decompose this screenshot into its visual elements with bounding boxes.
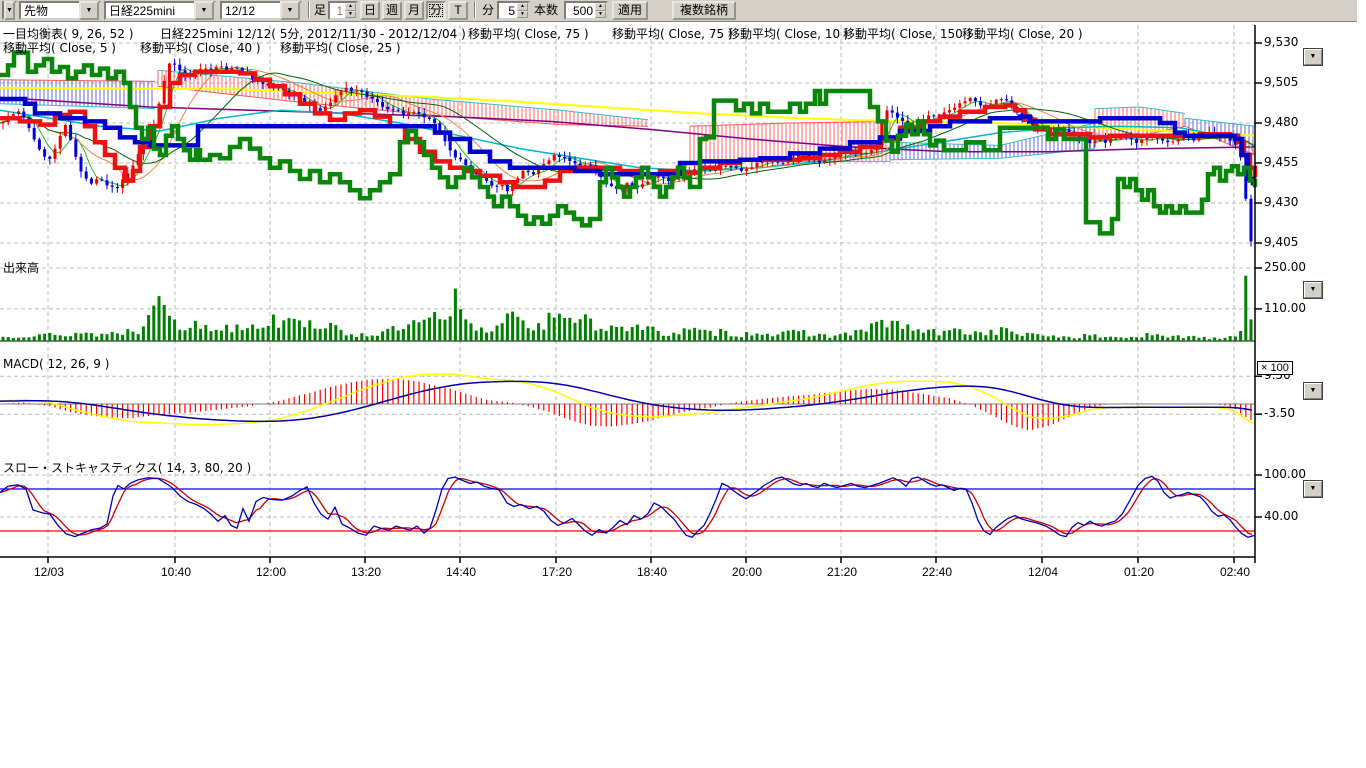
price-tick-label: 9,455 [1264,155,1298,169]
time-tick-label: 12/04 [1028,565,1058,579]
indicator-label: 移動平均( Close, 40 ) [140,39,261,56]
gridlines [0,25,1255,557]
time-tick-label: 13:20 [351,565,381,579]
pane-menu-button-macd[interactable]: ▼ [1304,383,1322,399]
period-minute-button[interactable]: 分 [426,1,446,20]
bar-count-label: 本数 [534,1,558,20]
price-tick-label: 9,505 [1264,75,1298,89]
multi-symbol-button[interactable]: 複数銘柄 [672,1,736,20]
minute-value: 5 [499,3,517,18]
price-tick-label: 9,480 [1264,115,1298,129]
indicator-label: 移動平均( Close, 150 ) [843,25,971,42]
stoch-tick-label: 40.00 [1264,509,1298,523]
period-tick-button[interactable]: T [448,1,468,20]
indicator-label: 移動平均( Close, 25 ) [280,39,401,56]
indicator-label: 移動平均( Close, 5 ) [3,39,116,56]
apply-button[interactable]: 適用 [612,1,648,20]
market-select-value: 先物 [21,2,79,19]
bar-interval-value: 1 [330,3,345,18]
time-tick-label: 12/03 [34,565,64,579]
pane-menu-button-price[interactable]: ▼ [1304,49,1322,65]
market-select[interactable]: 先物 ▼ [19,1,101,20]
spinner-up-icon[interactable]: ▲ [595,3,606,11]
pane-menu-button-volume[interactable]: ▼ [1304,282,1322,298]
chevron-down-icon[interactable]: ▼ [280,1,300,20]
period-month-button[interactable]: 月 [404,1,424,20]
period-week-button[interactable]: 週 [382,1,402,20]
narrow-combobox[interactable]: ▼ [2,1,17,20]
time-tick-label: 01:20 [1124,565,1154,579]
symbol-select[interactable]: 日経225mini ▼ [104,1,216,20]
app-window: { "toolbar": { "market": "先物", "symbol":… [0,0,1366,768]
contract-month-select[interactable]: 12/12 ▼ [220,1,302,20]
toolbar-separator [308,1,310,18]
time-tick-label: 21:20 [827,565,857,579]
indicator-label: 移動平均( Close, 75 ) [612,25,733,42]
indicator-label: 移動平均( Close, 75 ) [468,25,589,42]
chevron-down-icon[interactable]: ▼ [194,1,214,20]
spinner-up-icon[interactable]: ▲ [517,3,528,11]
toolbar-separator [474,1,476,18]
toolbar: ▼ 先物 ▼ 日経225mini ▼ 12/12 ▼ 足 1 ▲▼ 日 週 月 … [0,0,1357,22]
price-tick-label: 9,430 [1264,195,1298,209]
chart-svg[interactable] [0,21,1366,621]
symbol-select-value: 日経225mini [106,2,194,19]
price-tick-label: 9,530 [1264,35,1298,49]
bar-count-stepper[interactable]: 500 ▲▼ [564,1,608,20]
ichimoku-lines [0,53,1255,234]
time-tick-label: 22:40 [922,565,952,579]
stoch-tick-label: 100.00 [1264,467,1306,481]
bar-count-value: 500 [566,3,595,18]
price-tick-label: 9,405 [1264,235,1298,249]
time-tick-label: 17:20 [542,565,572,579]
time-tick-label: 18:40 [637,565,667,579]
macd-pane [0,374,1255,430]
contract-month-value: 12/12 [222,4,280,18]
bar-type-label: 足 [314,1,326,20]
stochastics-pane [0,476,1255,537]
indicator-label: 移動平均( Close, 10 ) [728,25,849,42]
spinner-down-icon[interactable]: ▼ [345,11,356,19]
volume-tick-label: 250.00 [1264,260,1306,274]
indicator-label: MACD( 12, 26, 9 ) [3,357,109,371]
time-tick-label: 10:40 [161,565,191,579]
indicator-label: 出来高 [3,259,39,276]
spinner-up-icon[interactable]: ▲ [345,3,356,11]
indicator-label: スロー・ストキャスティクス( 14, 3, 80, 20 ) [3,459,251,476]
chart-area [0,21,1366,624]
minute-stepper[interactable]: 5 ▲▼ [497,1,530,20]
time-tick-label: 02:40 [1220,565,1250,579]
ichimoku-cloud [0,70,1255,161]
spinner-down-icon[interactable]: ▼ [595,11,606,19]
chevron-down-icon[interactable]: ▼ [79,1,99,20]
indicator-label: 移動平均( Close, 20 ) [962,25,1083,42]
volume-tick-label: 110.00 [1264,301,1306,315]
pane-menu-button-stoch[interactable]: ▼ [1304,481,1322,497]
volume-multiplier-badge: × 100 [1257,361,1293,375]
spinner-down-icon[interactable]: ▼ [517,11,528,19]
macd-tick-label: -3.50 [1264,406,1295,420]
bar-interval-stepper[interactable]: 1 ▲▼ [328,1,358,20]
chevron-down-icon[interactable]: ▼ [4,1,15,20]
time-tick-label: 12:00 [256,565,286,579]
time-tick-label: 14:40 [446,565,476,579]
minute-label: 分 [482,1,494,20]
volume-pane [0,276,1255,341]
period-day-button[interactable]: 日 [360,1,380,20]
time-tick-label: 20:00 [732,565,762,579]
